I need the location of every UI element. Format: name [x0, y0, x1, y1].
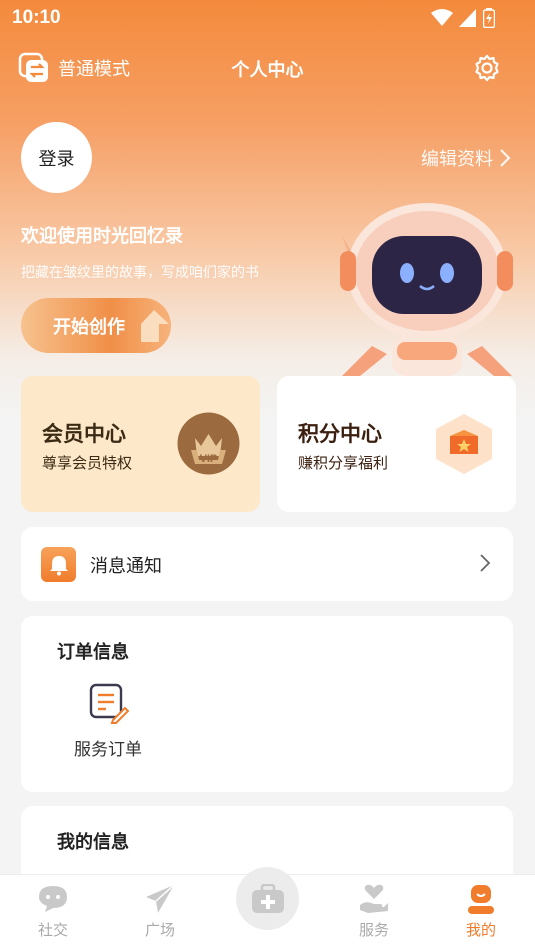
bell-icon — [41, 547, 76, 582]
chevron-right-icon — [500, 149, 511, 167]
tab-plaza[interactable]: 广场 — [124, 881, 196, 940]
points-star-icon — [436, 414, 492, 474]
service-order-label: 服务订单 — [74, 740, 142, 759]
tab-mine[interactable]: 我的 — [445, 881, 517, 940]
top-bar: 普通模式 个人中心 — [0, 50, 535, 90]
points-center-card[interactable]: 积分中心 赚积分享福利 — [277, 376, 516, 512]
paper-plane-icon — [146, 884, 175, 913]
signal-icon — [459, 9, 476, 27]
settings-button[interactable] — [473, 54, 501, 87]
battery-icon — [483, 8, 495, 28]
robot-mascot-image — [340, 203, 513, 376]
welcome-title: 欢迎使用时光回忆录 — [21, 226, 183, 246]
vip-badge-text: VIP — [200, 453, 218, 465]
tab-service[interactable]: 服务 — [338, 881, 410, 940]
medical-kit-icon — [251, 883, 284, 913]
vip-center-subtitle: 尊享会员特权 — [42, 455, 133, 472]
points-center-subtitle: 赚积分享福利 — [298, 455, 389, 472]
arrow-up-icon — [141, 310, 169, 342]
start-button-label: 开始创作 — [53, 316, 125, 337]
order-info-card: 订单信息 服务订单 — [21, 616, 513, 792]
page-title: 个人中心 — [231, 60, 304, 80]
service-order-button[interactable]: 服务订单 — [69, 682, 147, 760]
order-edit-icon — [89, 683, 130, 724]
tab-service-label: 服务 — [358, 922, 389, 939]
center-medical-button[interactable] — [236, 867, 299, 930]
login-label: 登录 — [38, 148, 75, 169]
points-center-title: 积分中心 — [298, 423, 382, 446]
heart-hand-icon — [360, 884, 388, 913]
my-info-title: 我的信息 — [57, 832, 129, 852]
edit-profile-link[interactable]: 编辑资料 — [421, 145, 511, 171]
login-avatar-button[interactable]: 登录 — [21, 122, 92, 193]
profile-icon — [468, 885, 494, 914]
chevron-right-icon — [480, 554, 491, 572]
chat-bubble-icon — [39, 886, 67, 912]
tab-plaza-label: 广场 — [144, 922, 175, 939]
gear-icon — [475, 54, 499, 82]
wifi-icon — [431, 9, 453, 26]
order-info-title: 订单信息 — [57, 642, 129, 662]
vip-center-title: 会员中心 — [42, 423, 126, 446]
tab-mine-label: 我的 — [465, 922, 496, 939]
notifications-row[interactable]: 消息通知 — [21, 527, 513, 601]
vip-crown-icon: VIP — [177, 412, 240, 475]
status-time: 10:10 — [12, 7, 61, 28]
edit-profile-label: 编辑资料 — [421, 149, 493, 169]
vip-center-card[interactable]: 会员中心 尊享会员特权 VIP — [21, 376, 260, 512]
tab-social-label: 社交 — [37, 922, 68, 939]
status-bar: 10:10 — [0, 0, 535, 36]
start-creating-button[interactable]: 开始创作 — [21, 298, 171, 353]
tab-social[interactable]: 社交 — [17, 881, 89, 940]
notifications-label: 消息通知 — [90, 556, 162, 576]
welcome-subtitle: 把藏在皱纹里的故事，写成咱们家的书 — [21, 264, 259, 280]
status-icons — [431, 8, 495, 28]
